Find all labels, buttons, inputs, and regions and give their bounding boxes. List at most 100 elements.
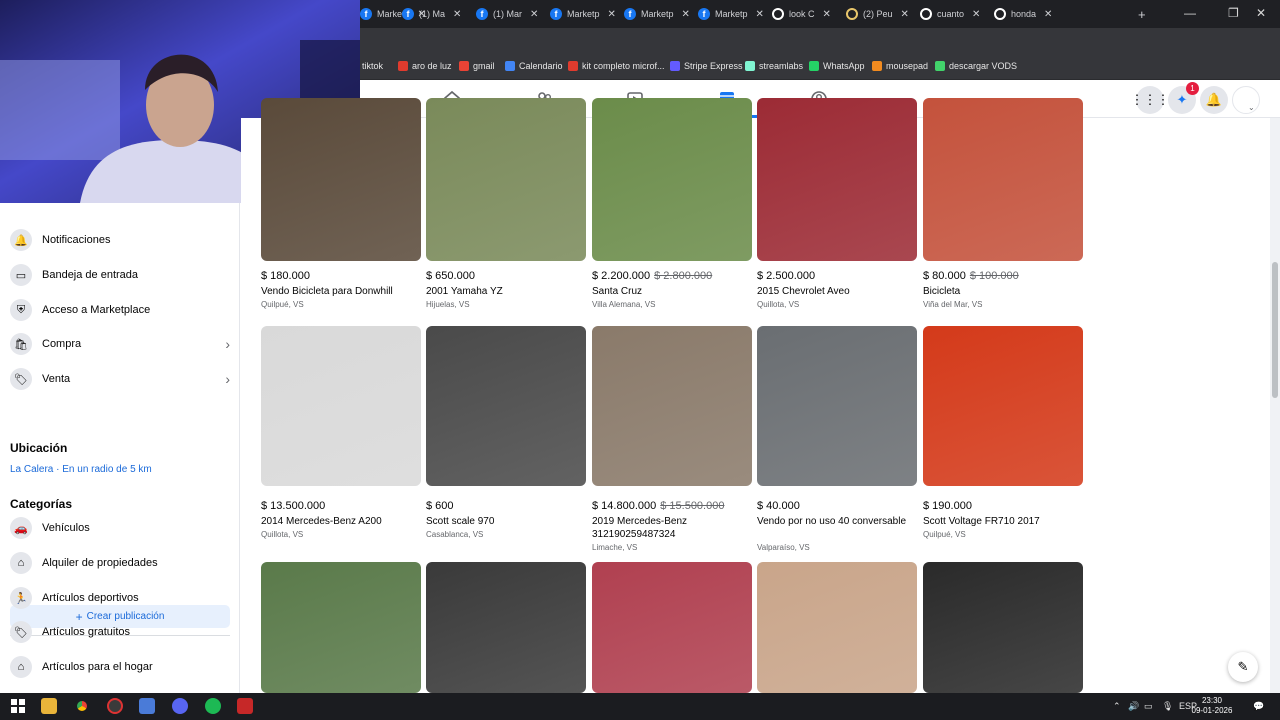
system-clock[interactable]: 23:30 09-01-2026 [1192,696,1233,716]
listing-title[interactable]: Santa Cruz [592,285,752,298]
category-item[interactable]: ⌂ Artículos para el hogar [10,652,230,682]
listing-title[interactable]: 2001 Yamaha YZ [426,285,586,298]
close-tab-icon[interactable]: ✕ [972,9,980,20]
listing-title[interactable]: Bicicleta [923,285,1083,298]
listing-photo[interactable] [426,98,586,261]
close-tab-icon[interactable]: ✕ [823,9,831,20]
close-tab-icon[interactable]: ✕ [901,9,909,20]
listing-photo[interactable] [923,562,1083,693]
listing-photo[interactable] [261,326,421,486]
scrollbar-track[interactable] [1270,118,1280,693]
browser-tab[interactable]: (2) Peu ✕ [846,4,909,24]
bookmark-item[interactable]: tiktok [362,61,383,71]
listing-photo[interactable] [261,562,421,693]
chrome-icon[interactable] [74,698,90,714]
bell-icon: 🔔 [1205,92,1223,107]
listing-photo[interactable] [592,562,752,693]
restore-icon[interactable]: ❐ [1228,6,1239,20]
close-tab-icon[interactable]: ✕ [608,9,616,20]
bookmark-item[interactable]: gmail [459,61,495,71]
listing-title[interactable]: Scott scale 970 [426,515,586,528]
bookmark-item[interactable]: streamlabs [745,61,803,71]
notification-center-icon[interactable]: 💬 [1253,701,1264,712]
listing-photo[interactable] [592,98,752,261]
category-label: Vehículos [42,522,90,534]
listing-photo[interactable] [426,326,586,486]
voicemeeter-icon[interactable] [237,698,253,714]
browser-tab[interactable]: look C ✕ [772,4,831,24]
sidebar-item[interactable]: 🔔 Notificaciones [10,225,230,255]
minimize-icon[interactable]: — [1184,6,1196,20]
windows-start-icon[interactable] [10,698,26,714]
location-filter-link[interactable]: La Calera · En un radio de 5 km [10,464,152,475]
close-tab-icon[interactable]: ✕ [756,9,764,20]
bookmark-favicon [505,61,515,71]
file-explorer-icon[interactable] [41,698,57,714]
sidebar-item[interactable]: ⛨ Acceso a Marketplace [10,295,230,325]
sidebar-item[interactable]: 🛍 Compra › [10,329,230,359]
close-tab-icon[interactable]: ✕ [453,9,461,20]
listing-title[interactable]: Vendo por no uso 40 conversable [757,515,917,528]
category-item[interactable]: 🚗 Vehículos [10,513,230,543]
listing-photo[interactable] [923,326,1083,486]
bookmark-item[interactable]: aro de luz [398,61,452,71]
close-tab-icon[interactable]: ✕ [1044,9,1052,20]
current-price: $ 13.500.000 [261,500,326,512]
bookmark-item[interactable]: mousepad [872,61,928,71]
listing-photo[interactable] [261,98,421,261]
browser-tab[interactable]: f (1) Mar ✕ [476,4,538,24]
listing-photo[interactable] [923,98,1083,261]
bookmark-label: kit completo microf... [582,61,665,71]
home-goods-icon: ⌂ [10,656,32,678]
bookmark-item[interactable]: WhatsApp [809,61,865,71]
microphone-icon[interactable]: 🎙 [1162,701,1173,712]
browser-tab[interactable]: f Marketp ✕ [624,4,690,24]
close-window-icon[interactable]: ✕ [1256,6,1266,20]
listings-grid: $ 180.000 Vendo Bicicleta para Donwhill Qu… [241,98,1270,693]
sidebar-item[interactable]: ▭ Bandeja de entrada [10,260,230,290]
listing-photo[interactable] [757,98,917,261]
listing-photo[interactable] [757,562,917,693]
apps-menu-button[interactable]: ⋮⋮⋮ [1131,86,1170,114]
new-tab-button[interactable]: + [1138,4,1146,24]
listing-price: $ 80.000 $ 100.000 [923,270,1019,282]
listing-photo[interactable] [592,326,752,486]
volume-icon[interactable]: 🔊 [1128,701,1139,712]
close-tab-icon[interactable]: ✕ [682,9,690,20]
listing-title[interactable]: Scott Voltage FR710 2017 [923,515,1083,528]
scrollbar-thumb[interactable] [1272,262,1278,398]
sidebar-item[interactable]: 🏷 Venta › [10,364,230,394]
category-item[interactable]: ⌂ Alquiler de propiedades [10,548,230,578]
browser-tab[interactable]: honda ✕ [994,4,1052,24]
spotify-icon[interactable] [205,698,221,714]
browser-tab[interactable]: f Marketp ✕ [550,4,616,24]
browser-tab[interactable]: cuanto ✕ [920,4,980,24]
category-item[interactable]: 🏷 Artículos gratuitos [10,617,230,647]
bookmark-item[interactable]: Calendario [505,61,563,71]
browser-tab[interactable]: f Marketp ✕ [698,4,764,24]
store-icon[interactable] [139,698,155,714]
discord-icon[interactable] [172,698,188,714]
network-icon[interactable]: ▭ [1144,701,1153,712]
bookmark-label: gmail [473,61,495,71]
tray-expand-icon[interactable]: ⌃ [1113,701,1121,712]
listing-title[interactable]: 2019 Mercedes-Benz 312190259487324 [592,515,752,541]
category-item[interactable]: 🏃 Artículos deportivos [10,583,230,613]
new-message-button[interactable]: ✎ [1228,652,1258,682]
listing-photo[interactable] [426,562,586,693]
browser-tab[interactable]: f (1) Ma ✕ [402,4,461,24]
obs-icon[interactable] [107,698,123,714]
bookmark-item[interactable]: Stripe Express [670,61,743,71]
account-button[interactable]: ⌄ [1232,86,1260,114]
listing-title[interactable]: 2014 Mercedes-Benz A200 [261,515,421,528]
listing-photo[interactable] [757,326,917,486]
notifications-button[interactable]: 🔔 [1200,86,1228,114]
facebook-icon: f [698,8,710,20]
listing-price: $ 600 [426,500,454,512]
bookmark-label: streamlabs [759,61,804,71]
bookmark-item[interactable]: kit completo microf... [568,61,665,71]
close-tab-icon[interactable]: ✕ [530,9,538,20]
listing-title[interactable]: Vendo Bicicleta para Donwhill [261,285,421,298]
bookmark-item[interactable]: descargar VODS [935,61,1017,71]
listing-title[interactable]: 2015 Chevrolet Aveo [757,285,917,298]
